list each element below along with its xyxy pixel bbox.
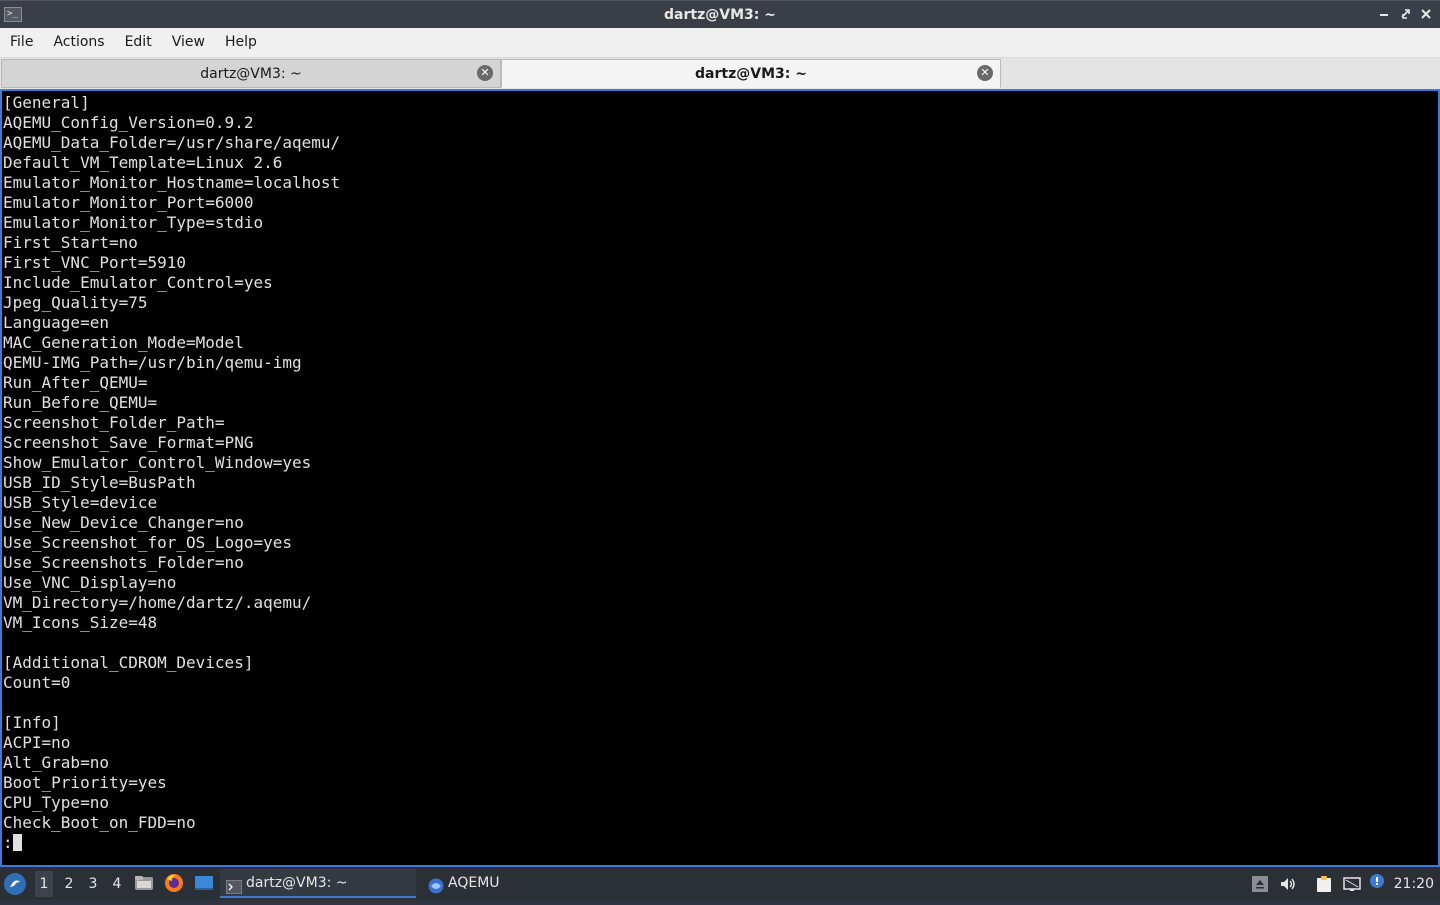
menu-help[interactable]: Help xyxy=(215,28,267,57)
tab-label: dartz@VM3: ~ xyxy=(695,66,807,82)
terminal-line: Language=en xyxy=(3,313,109,332)
workspace-3[interactable]: 3 xyxy=(84,876,102,892)
terminal-line: QEMU-IMG_Path=/usr/bin/qemu-img xyxy=(3,353,302,372)
menu-edit[interactable]: Edit xyxy=(115,28,162,57)
terminal-line: AQEMU_Config_Version=0.9.2 xyxy=(3,113,254,132)
workspace-2[interactable]: 2 xyxy=(60,876,78,892)
menu-actions[interactable]: Actions xyxy=(43,28,114,57)
tab-label: dartz@VM3: ~ xyxy=(200,66,302,82)
terminal-line: Run_After_QEMU= xyxy=(3,373,148,392)
maximize-icon[interactable] xyxy=(1398,6,1414,22)
terminal-line: Use_Screenshots_Folder=no xyxy=(3,553,244,572)
terminal-line: USB_ID_Style=BusPath xyxy=(3,473,196,492)
task-terminal[interactable]: dartz@VM3: ~ xyxy=(220,869,416,898)
terminal-line: Show_Emulator_Control_Window=yes xyxy=(3,453,312,472)
window-titlebar[interactable]: >_ dartz@VM3: ~ xyxy=(0,0,1440,28)
task-label: dartz@VM3: ~ xyxy=(246,875,348,891)
terminal-line: CPU_Type=no xyxy=(3,793,109,812)
text-cursor xyxy=(12,834,22,851)
tab-close-icon[interactable]: ✕ xyxy=(477,65,493,81)
terminal-prompt[interactable]: : xyxy=(3,833,340,853)
terminal-line: [Additional_CDROM_Devices] xyxy=(3,653,254,672)
workspace-4[interactable]: 4 xyxy=(108,876,126,892)
terminal-line: Boot_Priority=yes xyxy=(3,773,167,792)
network-icon[interactable] xyxy=(1343,875,1361,893)
taskbar: 1 2 3 4 dartz@VM3: ~ AQEMU 21:20 xyxy=(0,867,1440,900)
terminal-line: Use_New_Device_Changer=no xyxy=(3,513,244,532)
terminal-line: Run_Before_QEMU= xyxy=(3,393,158,412)
workspace-1[interactable]: 1 xyxy=(35,871,53,897)
task-aqemu[interactable]: AQEMU xyxy=(422,869,612,898)
terminal-line: Emulator_Monitor_Hostname=localhost xyxy=(3,173,341,192)
menubar: File Actions Edit View Help xyxy=(0,28,1440,58)
clipboard-icon[interactable] xyxy=(1315,875,1333,893)
window-title: dartz@VM3: ~ xyxy=(664,7,776,23)
terminal-line: [General] xyxy=(3,93,90,112)
firefox-icon[interactable] xyxy=(164,873,184,893)
clock[interactable]: 21:20 xyxy=(1394,876,1434,892)
menu-file[interactable]: File xyxy=(0,28,43,57)
terminal-line: VM_Icons_Size=48 xyxy=(3,613,158,632)
terminal-line: AQEMU_Data_Folder=/usr/share/aqemu/ xyxy=(3,133,341,152)
terminal-line: Jpeg_Quality=75 xyxy=(3,293,148,312)
tab-close-icon[interactable]: ✕ xyxy=(977,65,993,81)
terminal-line: [Info] xyxy=(3,713,61,732)
notification-icon[interactable] xyxy=(1368,873,1386,891)
terminal-line: MAC_Generation_Mode=Model xyxy=(3,333,244,352)
terminal-area[interactable]: [General] AQEMU_Config_Version=0.9.2 AQEMU… xyxy=(0,89,1440,867)
terminal-line: Screenshot_Folder_Path= xyxy=(3,413,225,432)
terminal-line: USB_Style=device xyxy=(3,493,158,512)
eject-icon[interactable] xyxy=(1251,875,1269,893)
terminal-output: [General] AQEMU_Config_Version=0.9.2 AQEMU… xyxy=(3,93,340,853)
terminal-line: ACPI=no xyxy=(3,733,71,752)
tab-bar: dartz@VM3: ~ ✕ dartz@VM3: ~ ✕ xyxy=(0,58,1440,89)
terminal-line: Use_VNC_Display=no xyxy=(3,573,177,592)
desktop-icon[interactable] xyxy=(194,873,214,893)
task-label: AQEMU xyxy=(448,875,500,891)
terminal-line: Alt_Grab=no xyxy=(3,753,109,772)
aqemu-icon xyxy=(428,876,444,894)
application-menu-icon[interactable] xyxy=(4,873,26,895)
prompt-text: : xyxy=(3,833,13,852)
terminal-line: First_VNC_Port=5910 xyxy=(3,253,187,272)
file-manager-icon[interactable] xyxy=(134,873,154,893)
menu-view[interactable]: View xyxy=(162,28,215,57)
terminal-line: Emulator_Monitor_Type=stdio xyxy=(3,213,264,232)
tab-terminal-1[interactable]: dartz@VM3: ~ ✕ xyxy=(1,59,501,88)
terminal-line: Default_VM_Template=Linux 2.6 xyxy=(3,153,283,172)
minimize-icon[interactable] xyxy=(1376,6,1392,22)
terminal-icon xyxy=(225,876,243,895)
terminal-line: First_Start=no xyxy=(3,233,138,252)
terminal-line: Include_Emulator_Control=yes xyxy=(3,273,273,292)
terminal-line: VM_Directory=/home/dartz/.aqemu/ xyxy=(3,593,312,612)
volume-icon[interactable] xyxy=(1279,875,1297,893)
terminal-line: Screenshot_Save_Format=PNG xyxy=(3,433,254,452)
tab-terminal-2[interactable]: dartz@VM3: ~ ✕ xyxy=(501,59,1001,88)
terminal-line: Use_Screenshot_for_OS_Logo=yes xyxy=(3,533,292,552)
terminal-line: Count=0 xyxy=(3,673,71,692)
terminal-line: Emulator_Monitor_Port=6000 xyxy=(3,193,254,212)
close-icon[interactable] xyxy=(1418,6,1434,22)
terminal-line: Check_Boot_on_FDD=no xyxy=(3,813,196,832)
